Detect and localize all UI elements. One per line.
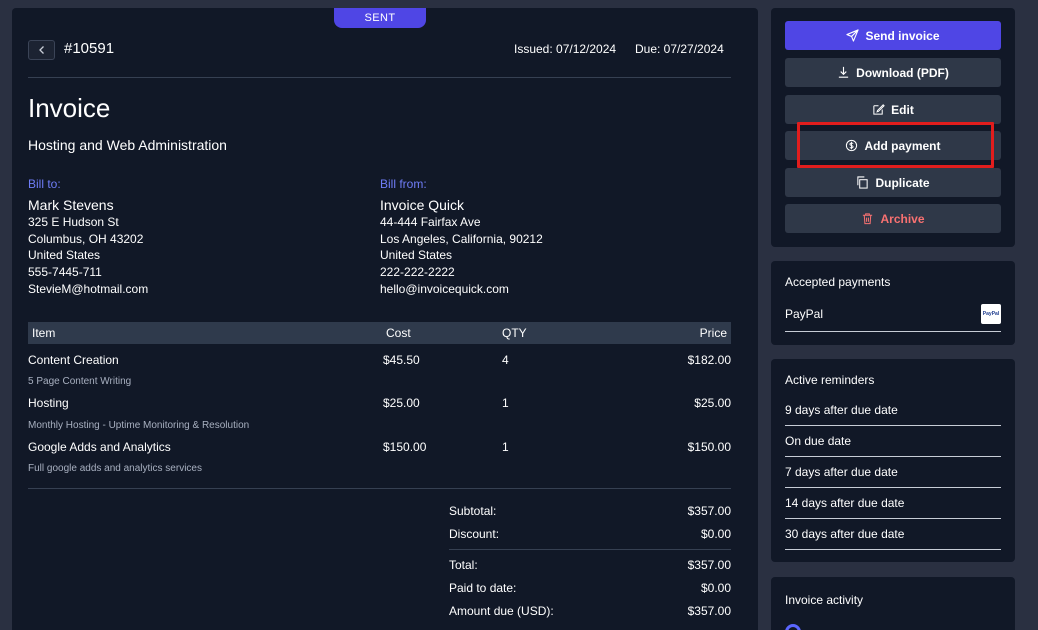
- reminder-divider: [785, 549, 1001, 550]
- reminder-item: On due date: [785, 434, 852, 448]
- reminder-item: 7 days after due date: [785, 465, 898, 479]
- payments-divider: [785, 331, 1001, 332]
- accepted-payments-title: Accepted payments: [785, 275, 891, 289]
- reminder-divider: [785, 456, 1001, 457]
- chevron-left-icon: [38, 46, 44, 54]
- send-invoice-label: Send invoice: [865, 28, 940, 43]
- item-description: 5 Page Content Writing: [28, 376, 132, 387]
- reminder-divider: [785, 425, 1001, 426]
- invoice-activity-title: Invoice activity: [785, 593, 864, 607]
- edit-label: Edit: [891, 102, 914, 117]
- bill-to-country: United States: [28, 248, 101, 263]
- item-description: Monthly Hosting - Uptime Monitoring & Re…: [28, 420, 250, 431]
- item-qty: 4: [502, 353, 509, 367]
- column-qty: QTY: [502, 326, 527, 340]
- download-pdf-label: Download (PDF): [856, 65, 949, 80]
- items-table-header: Item Cost QTY Price: [28, 322, 731, 344]
- bill-from-label: Bill from:: [380, 177, 427, 191]
- invoice-page: SENT #10591 Issued: 07/12/2024 Due: 07/2…: [0, 0, 1038, 630]
- trash-icon: [863, 213, 873, 225]
- item-qty: 1: [502, 440, 509, 454]
- archive-button[interactable]: Archive: [785, 204, 1001, 233]
- reminder-item: 9 days after due date: [785, 403, 898, 417]
- duplicate-button[interactable]: Duplicate: [785, 168, 1001, 197]
- send-icon: [846, 29, 860, 42]
- copy-icon: [857, 176, 869, 189]
- bill-to-city: Columbus, OH 43202: [28, 231, 144, 246]
- highlight-box: [797, 122, 994, 168]
- item-cost: $25.00: [383, 396, 420, 410]
- status-badge: SENT: [334, 8, 426, 28]
- edit-button[interactable]: Edit: [785, 95, 1001, 124]
- archive-label: Archive: [880, 211, 925, 226]
- paid-label: Paid to date:: [449, 581, 517, 595]
- reminder-item: 30 days after due date: [785, 527, 905, 541]
- item-price: $25.00: [694, 396, 731, 410]
- due-date: Due: 07/27/2024: [635, 42, 724, 56]
- payment-method-paypal: PayPal: [785, 307, 824, 321]
- bill-to-email: StevieM@hotmail.com: [28, 281, 149, 296]
- total-label: Total:: [449, 558, 478, 572]
- paypal-logo-icon: PayPal: [981, 304, 1001, 324]
- reminder-divider: [785, 518, 1001, 519]
- reminder-item: 14 days after due date: [785, 496, 905, 510]
- column-cost: Cost: [386, 326, 411, 340]
- reminder-divider: [785, 487, 1001, 488]
- bill-from-country: United States: [380, 248, 453, 263]
- bill-to: Bill to: Mark Stevens 325 E Hudson St Co…: [28, 176, 148, 297]
- invoice-card: [12, 8, 758, 630]
- item-description: Full google adds and analytics services: [28, 463, 202, 474]
- paid-value: $0.00: [700, 581, 731, 595]
- send-invoice-button[interactable]: Send invoice: [785, 21, 1001, 50]
- column-item: Item: [32, 326, 56, 340]
- bill-to-label: Bill to:: [28, 177, 61, 191]
- discount-label: Discount:: [449, 527, 500, 541]
- download-pdf-button[interactable]: Download (PDF): [785, 58, 1001, 87]
- subtotal-label: Subtotal:: [449, 504, 497, 518]
- bill-from-name: Invoice Quick: [380, 196, 465, 213]
- item-name: Google Adds and Analytics: [28, 440, 171, 454]
- active-reminders-title: Active reminders: [785, 373, 875, 387]
- amount-due-value: $357.00: [687, 604, 731, 618]
- totals-divider: [449, 549, 731, 550]
- bill-from-phone: 222-222-2222: [380, 264, 455, 279]
- bill-from: Bill from: Invoice Quick 44-444 Fairfax …: [380, 176, 543, 297]
- item-cost: $45.50: [383, 353, 420, 367]
- discount-value: $0.00: [700, 527, 731, 541]
- item-cost: $150.00: [383, 440, 427, 454]
- item-name: Content Creation: [28, 353, 119, 367]
- bill-from-email: hello@invoicequick.com: [380, 281, 509, 296]
- bill-to-phone: 555-7445-711: [28, 264, 102, 279]
- bill-from-street: 44-444 Fairfax Ave: [380, 215, 481, 230]
- download-icon: [839, 66, 849, 78]
- column-price: Price: [699, 326, 727, 340]
- invoice-number: #10591: [64, 40, 115, 57]
- edit-icon: [873, 104, 885, 115]
- bill-from-city: Los Angeles, California, 90212: [380, 231, 543, 246]
- back-button[interactable]: [28, 40, 55, 60]
- item-price: $150.00: [687, 440, 731, 454]
- total-value: $357.00: [687, 558, 731, 572]
- accepted-payments-panel: [771, 261, 1015, 345]
- item-price: $182.00: [687, 353, 731, 367]
- issued-date: Issued: 07/12/2024: [514, 42, 617, 56]
- invoice-subtitle: Hosting and Web Administration: [28, 137, 227, 153]
- subtotal-value: $357.00: [687, 504, 731, 518]
- duplicate-label: Duplicate: [875, 175, 930, 190]
- items-divider: [28, 488, 731, 489]
- invoice-title: Invoice: [28, 93, 111, 123]
- bill-to-street: 325 E Hudson St: [28, 215, 119, 230]
- bill-to-name: Mark Stevens: [28, 196, 114, 213]
- header-divider: [28, 77, 731, 78]
- amount-due-label: Amount due (USD):: [449, 604, 554, 618]
- item-name: Hosting: [28, 396, 69, 410]
- item-qty: 1: [502, 396, 509, 410]
